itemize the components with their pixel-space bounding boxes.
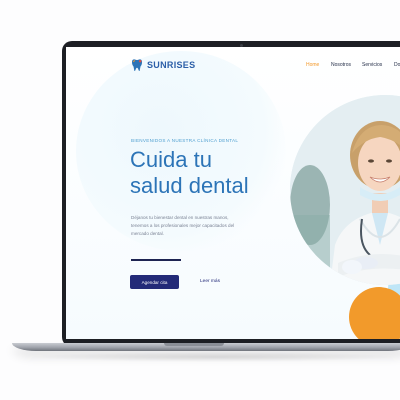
hero-description: Déjanos tu bienestar dental en nuestras … [131,215,235,236]
laptop-screen-frame: SUNRISES Home Nosotros Servicios Do BIEN… [62,41,400,347]
brand-name: SUNRISES [147,60,196,70]
book-appointment-button[interactable]: Agendar cita [130,275,179,289]
dentist-photo [290,95,400,285]
laptop-hinge-notch [164,343,224,346]
website-viewport: SUNRISES Home Nosotros Servicios Do BIEN… [66,47,400,339]
decorative-orange-circle [349,287,400,339]
nav-item-home[interactable]: Home [306,62,319,68]
nav-item-servicios[interactable]: Servicios [362,62,382,68]
hero-eyebrow: BIENVENIDOS A NUESTRA CLÍNICA DENTAL [131,138,239,143]
tooth-logo-icon [130,58,144,72]
dentist-illustration [290,95,400,285]
brand-logo[interactable]: SUNRISES [130,58,195,72]
product-mockup-stage: SUNRISES Home Nosotros Servicios Do BIEN… [0,0,400,400]
read-more-link[interactable]: Leer más [200,279,220,284]
nav-item-more[interactable]: Do [394,62,400,68]
hero-title-line-1: Cuida tu [130,147,212,172]
laptop-base [12,343,400,351]
site-header: SUNRISES Home Nosotros Servicios Do [66,47,400,87]
nav-item-nosotros[interactable]: Nosotros [331,62,351,68]
hero-title-line-2: salud dental [130,173,249,198]
laptop-shadow [30,352,400,362]
hero-divider [131,259,181,261]
hero-title: Cuida tu salud dental [130,147,300,199]
